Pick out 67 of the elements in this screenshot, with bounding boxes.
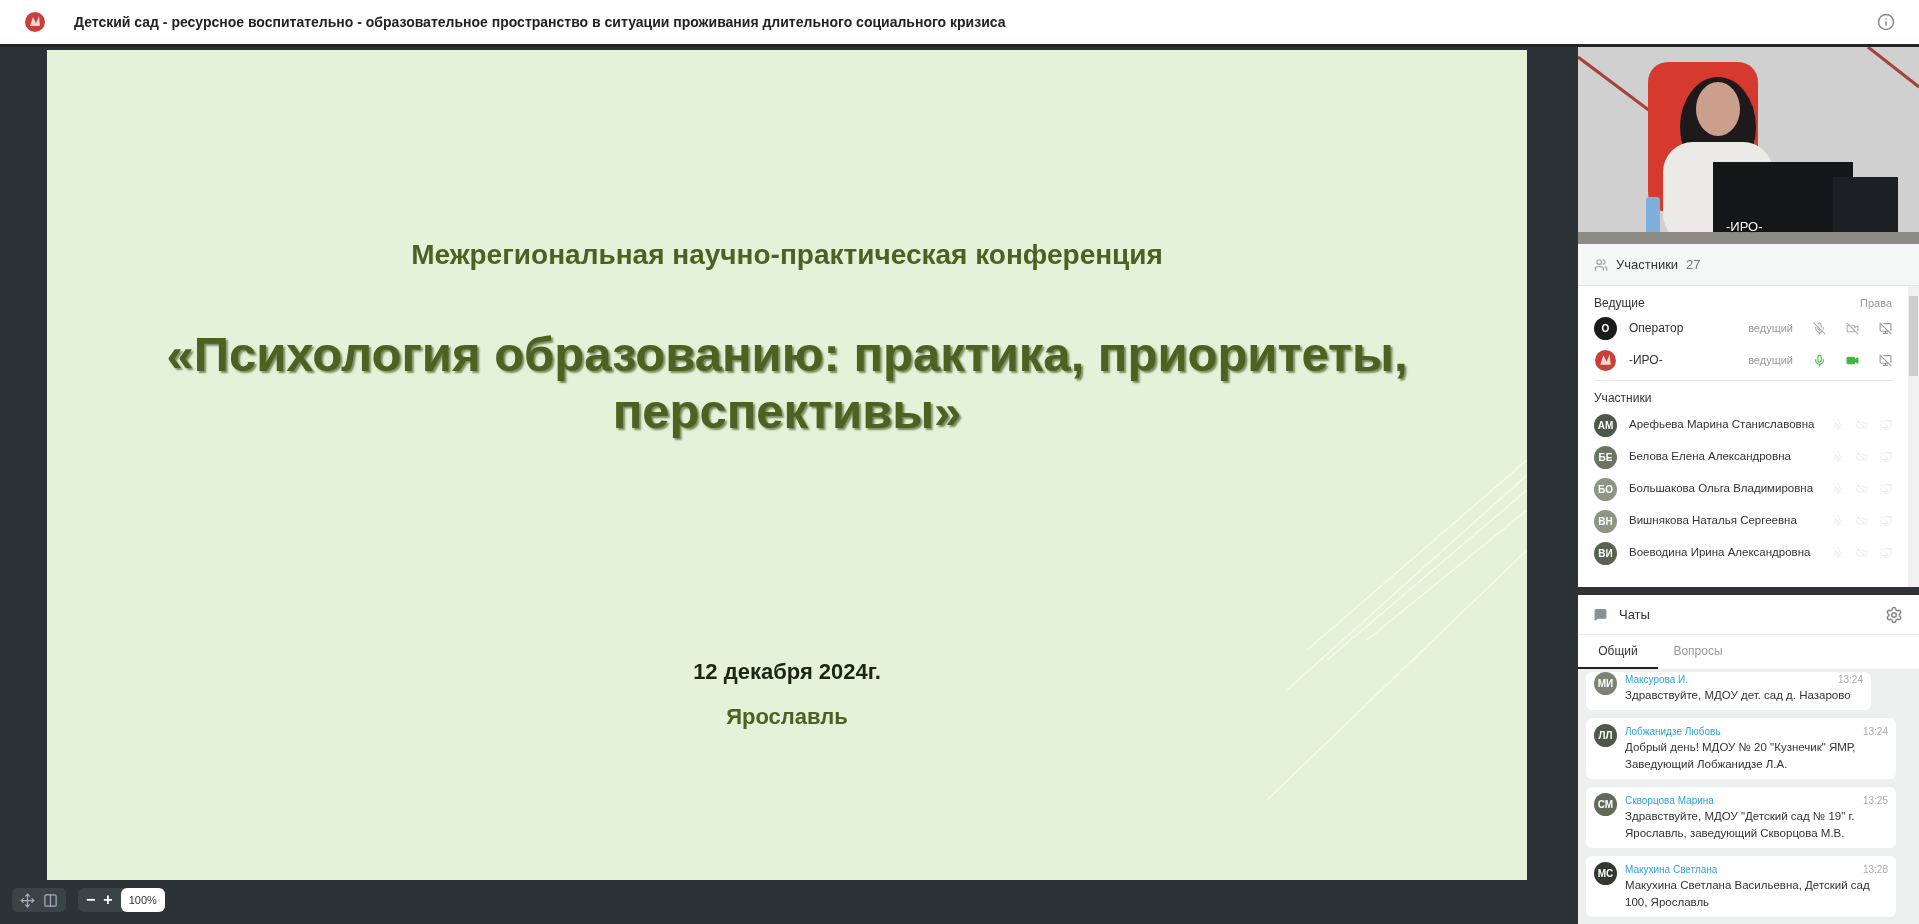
participant-row[interactable]: ВН Вишнякова Наталья Сергеевна xyxy=(1594,505,1892,537)
participant-row[interactable]: БЕ Белова Елена Александровна xyxy=(1594,441,1892,473)
slide-city: Ярославль xyxy=(726,703,848,731)
zoom-out-button[interactable]: − xyxy=(86,888,96,912)
move-icon[interactable] xyxy=(20,892,35,908)
message-text: Добрый день! МДОУ № 20 "Кузнечик" ЯМР, Заведующий Лобжанидзе Л.А. xyxy=(1625,740,1857,772)
participant-row[interactable]: АМ Арефьева Марина Станиславовна xyxy=(1594,409,1892,441)
participant-name: Вишнякова Наталья Сергеевна xyxy=(1629,513,1798,529)
message-text: Здравствуйте, МДОУ дет. сад д. Назарово xyxy=(1625,688,1852,703)
host-row[interactable]: О Оператор ведущий xyxy=(1594,312,1892,344)
muted-microphone-icon[interactable] xyxy=(1813,321,1826,335)
message-author: Лобжанидзе Любовь xyxy=(1625,725,1721,739)
avatar xyxy=(1594,348,1617,372)
screen-off-icon[interactable] xyxy=(1879,353,1892,367)
logo-icon xyxy=(24,11,46,33)
participant-name: Белова Елена Александровна xyxy=(1629,449,1792,465)
hosts-heading: Ведущие xyxy=(1594,295,1645,312)
host-row[interactable]: -ИРО- ведущий xyxy=(1594,344,1892,376)
message-author: Макухина Светлана xyxy=(1625,863,1718,877)
zoom-in-button[interactable]: + xyxy=(103,888,113,912)
slide-subtitle: Межрегиональная научно-практическая конференция xyxy=(411,238,1163,272)
members-heading: Участники xyxy=(1594,390,1653,407)
participants-count: 27 xyxy=(1686,255,1701,274)
avatar: СМ xyxy=(1594,793,1617,816)
chat-icon xyxy=(1594,608,1607,621)
scrollbar[interactable] xyxy=(1908,286,1919,587)
people-icon xyxy=(1594,257,1608,272)
avatar: МИ xyxy=(1594,672,1617,695)
video-label: -ИРО- xyxy=(1726,218,1763,236)
camera-off-icon[interactable] xyxy=(1846,321,1859,335)
message-time: 13:24 xyxy=(1862,725,1888,739)
message-time: 13:28 xyxy=(1862,863,1888,877)
screen-off-icon[interactable] xyxy=(1879,321,1892,335)
zoom-value[interactable]: 100% xyxy=(120,888,165,912)
microphone-icon[interactable] xyxy=(1813,353,1826,367)
participant-name: Арефьева Марина Станиславовна xyxy=(1629,417,1816,433)
message-time: 13:24 xyxy=(1837,673,1863,687)
participant-row[interactable]: ВИ Воеводина Ирина Александровна xyxy=(1594,537,1892,569)
host-name: Оператор xyxy=(1629,320,1685,337)
avatar: АМ xyxy=(1594,413,1617,437)
avatar: БО xyxy=(1594,477,1617,501)
host-role: ведущий xyxy=(1748,320,1793,336)
message-time: 13:25 xyxy=(1862,794,1888,808)
participants-title: Участники xyxy=(1616,255,1679,274)
avatar: О xyxy=(1594,316,1617,340)
slide-title: «Психология образованию: практика, приоритеты, перспективы» xyxy=(165,326,1409,440)
avatar: МС xyxy=(1594,862,1617,885)
message-author: Скворцова Марина xyxy=(1625,794,1714,808)
avatar: ВН xyxy=(1594,509,1617,533)
slide-date: 12 декабря 2024г. xyxy=(693,658,881,686)
avatar: БЕ xyxy=(1594,445,1617,469)
avatar: ВИ xyxy=(1594,541,1617,565)
participant-name: Большакова Ольга Владимировна xyxy=(1629,481,1815,497)
settings-icon[interactable] xyxy=(1885,605,1903,624)
avatar: ЛЛ xyxy=(1594,724,1617,747)
message-text: Здравствуйте, МДОУ "Детский сад № 19" г. Ярославль, заведующий Скворцова М.В. xyxy=(1625,809,1856,841)
info-icon[interactable] xyxy=(1877,13,1895,31)
window-title: Детский сад - ресурсное воспитательно - образовательное пространство в ситуации проживания длительного социального кризиса xyxy=(74,12,1006,32)
chat-title: Чаты xyxy=(1619,605,1651,624)
host-name: -ИРО- xyxy=(1629,352,1664,369)
message-text: Макухина Светлана Васильевна, Детский сад 100, Ярославль xyxy=(1625,878,1871,910)
participant-name: Воеводина Ирина Александровна xyxy=(1629,545,1812,561)
rights-label: Права xyxy=(1860,295,1892,311)
participant-row[interactable]: БО Большакова Ольга Владимировна xyxy=(1594,473,1892,505)
chat-tab[interactable]: Общий xyxy=(1578,635,1658,669)
host-role: ведущий xyxy=(1748,352,1793,368)
message-author: Максурова И. xyxy=(1625,673,1688,687)
